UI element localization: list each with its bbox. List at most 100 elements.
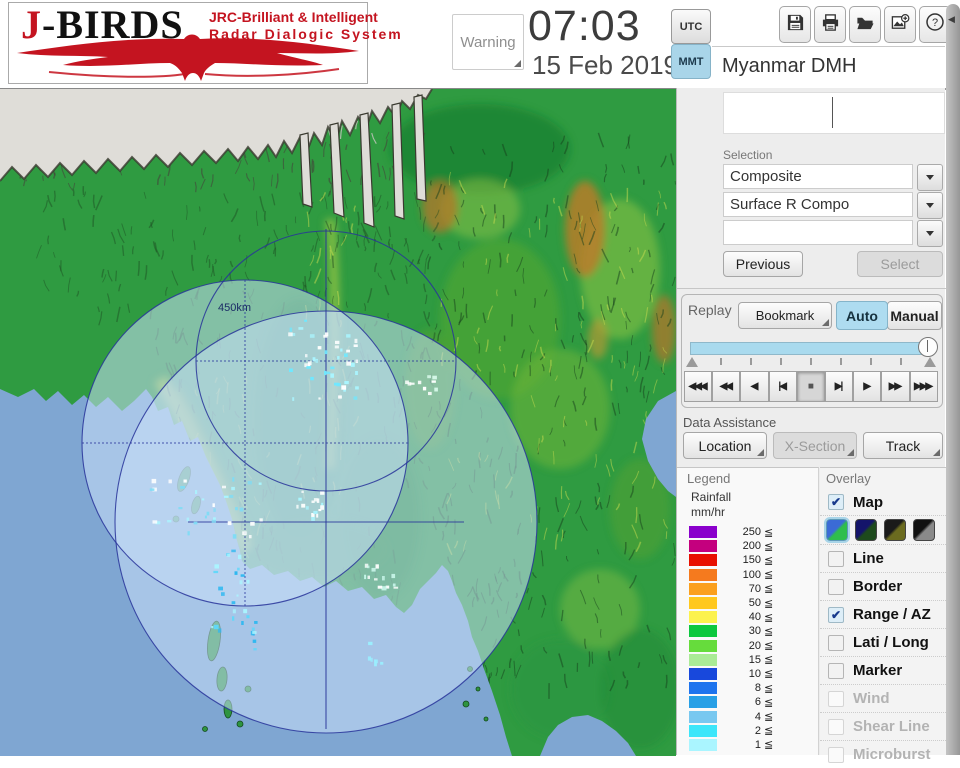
legend-row: 20≦ [689, 639, 773, 653]
skip-end-button[interactable]: ▶| [825, 371, 853, 402]
map-style-option-3[interactable] [884, 519, 906, 541]
fast-forward-3-button[interactable]: ▶▶▶ [910, 371, 938, 402]
echo-speck [231, 487, 235, 490]
timezone-utc-button[interactable]: UTC [671, 9, 711, 44]
play-button[interactable]: ▶ [853, 371, 881, 402]
dropdown-arrow-button[interactable] [917, 220, 943, 247]
checkbox-border[interactable] [828, 579, 844, 595]
legend-row: 50≦ [689, 596, 773, 610]
chevron-down-icon [926, 231, 934, 236]
echo-speck [394, 587, 399, 589]
echo-speck [232, 601, 236, 604]
legend-lte-symbol: ≦ [764, 724, 773, 737]
open-folder-button[interactable] [849, 6, 881, 43]
legend-lte-symbol: ≦ [764, 597, 773, 610]
select-button[interactable]: Select [857, 251, 943, 277]
echo-speck [207, 512, 210, 516]
stop-button[interactable]: ■ [797, 371, 825, 402]
track-button[interactable]: Track [863, 432, 943, 459]
selection-dropdown-value-3[interactable] [723, 220, 913, 245]
bookmark-button[interactable]: Bookmark [738, 302, 832, 329]
legend-unit-line1: Rainfall [691, 490, 731, 504]
legend-panel: Legend Rainfall mm/hr 250≦200≦150≦100≦70… [677, 467, 819, 755]
map-style-option-2[interactable] [855, 519, 877, 541]
logo-title: J-BIRDS [21, 1, 184, 48]
echo-speck [355, 339, 358, 343]
legend-lte-symbol: ≦ [764, 667, 773, 680]
location-button[interactable]: Location [683, 432, 767, 459]
skip-start-button[interactable]: |◀ [769, 371, 797, 402]
selection-dropdown-value-2[interactable]: Surface R Compo [723, 192, 913, 217]
timezone-mmt-button[interactable]: MMT [671, 44, 711, 79]
fast-forward-button[interactable]: ▶▶ [881, 371, 909, 402]
x-section-button[interactable]: X-Section [773, 432, 857, 459]
checkbox-marker[interactable] [828, 663, 844, 679]
terrain-ridge-stroke [589, 651, 590, 666]
checkmark-icon: ✔ [831, 495, 841, 509]
selection-dropdown-value-1[interactable]: Composite [723, 164, 913, 189]
echo-speck [237, 595, 239, 597]
station-name-field[interactable]: Myanmar DMH [712, 48, 945, 85]
map-style-option-1[interactable] [826, 519, 848, 541]
legend-row: 1≦ [689, 738, 773, 752]
echo-speck [376, 564, 379, 568]
terrain-ridge-stroke [486, 259, 487, 265]
checkbox-shear-line[interactable] [828, 719, 844, 735]
print-button[interactable] [814, 6, 846, 43]
replay-slider-track[interactable] [690, 342, 930, 355]
selection-dropdown-1: Composite [723, 164, 943, 189]
step-back-button[interactable]: ◀ [740, 371, 768, 402]
echo-speck [240, 580, 243, 584]
dropdown-arrow-button[interactable] [917, 192, 943, 219]
chevron-down-icon [926, 203, 934, 208]
map-style-option-4[interactable] [913, 519, 935, 541]
bookmark-label: Bookmark [756, 308, 815, 323]
fast-rewind-button[interactable]: ◀◀ [712, 371, 740, 402]
dropdown-arrow-button[interactable] [917, 164, 943, 191]
echo-speck [227, 554, 230, 557]
replay-slider-handle[interactable] [918, 337, 938, 357]
checkbox-line[interactable] [828, 551, 844, 567]
echo-speck [178, 507, 182, 509]
station-display-box[interactable] [723, 92, 945, 134]
echo-speck [313, 511, 317, 514]
echo-speck [222, 486, 226, 489]
previous-button[interactable]: Previous [723, 251, 803, 277]
warning-button[interactable]: Warning [452, 14, 524, 70]
separator [677, 288, 946, 289]
checkbox-range-az[interactable]: ✔ [828, 607, 844, 623]
overlay-row-lati-long: Lati / Long [820, 628, 946, 656]
echo-speck [290, 328, 293, 332]
overlay-row-line: Line [820, 544, 946, 572]
checkbox-wind[interactable] [828, 691, 844, 707]
echo-speck [218, 587, 223, 591]
echo-speck [316, 359, 319, 363]
echo-speck [393, 584, 396, 587]
echo-speck [288, 332, 293, 336]
header: J-BIRDS JRC-Brilliant & Intelligent Rada… [0, 0, 960, 90]
auto-mode-button[interactable]: Auto [836, 301, 888, 330]
manual-mode-button[interactable]: Manual [887, 301, 942, 330]
terrain-ridge-stroke [55, 191, 56, 202]
echo-speck [296, 505, 298, 509]
legend-lte-symbol: ≦ [764, 696, 773, 709]
legend-row: 70≦ [689, 582, 773, 596]
header-divider [712, 46, 945, 47]
echo-speck [325, 332, 328, 336]
legend-lte-symbol: ≦ [764, 639, 773, 652]
fast-rewind-3-button[interactable]: ◀◀◀ [684, 371, 712, 402]
echo-speck [301, 491, 303, 493]
checkbox-map[interactable]: ✔ [828, 494, 844, 510]
checkbox-lati-long[interactable] [828, 635, 844, 651]
radar-map[interactable]: 450km [0, 88, 676, 756]
legend-lte-symbol: ≦ [764, 738, 773, 751]
legend-row: 40≦ [689, 610, 773, 624]
echo-speck [235, 507, 238, 510]
capture-button[interactable] [884, 6, 916, 43]
clock-time: 07:03 [528, 2, 641, 51]
panel-collapse-bar[interactable]: ◀ [946, 4, 960, 755]
save-button[interactable] [779, 6, 811, 43]
echo-speck [382, 586, 387, 590]
open-folder-icon [855, 13, 875, 37]
legend-value: 150 [723, 554, 761, 566]
